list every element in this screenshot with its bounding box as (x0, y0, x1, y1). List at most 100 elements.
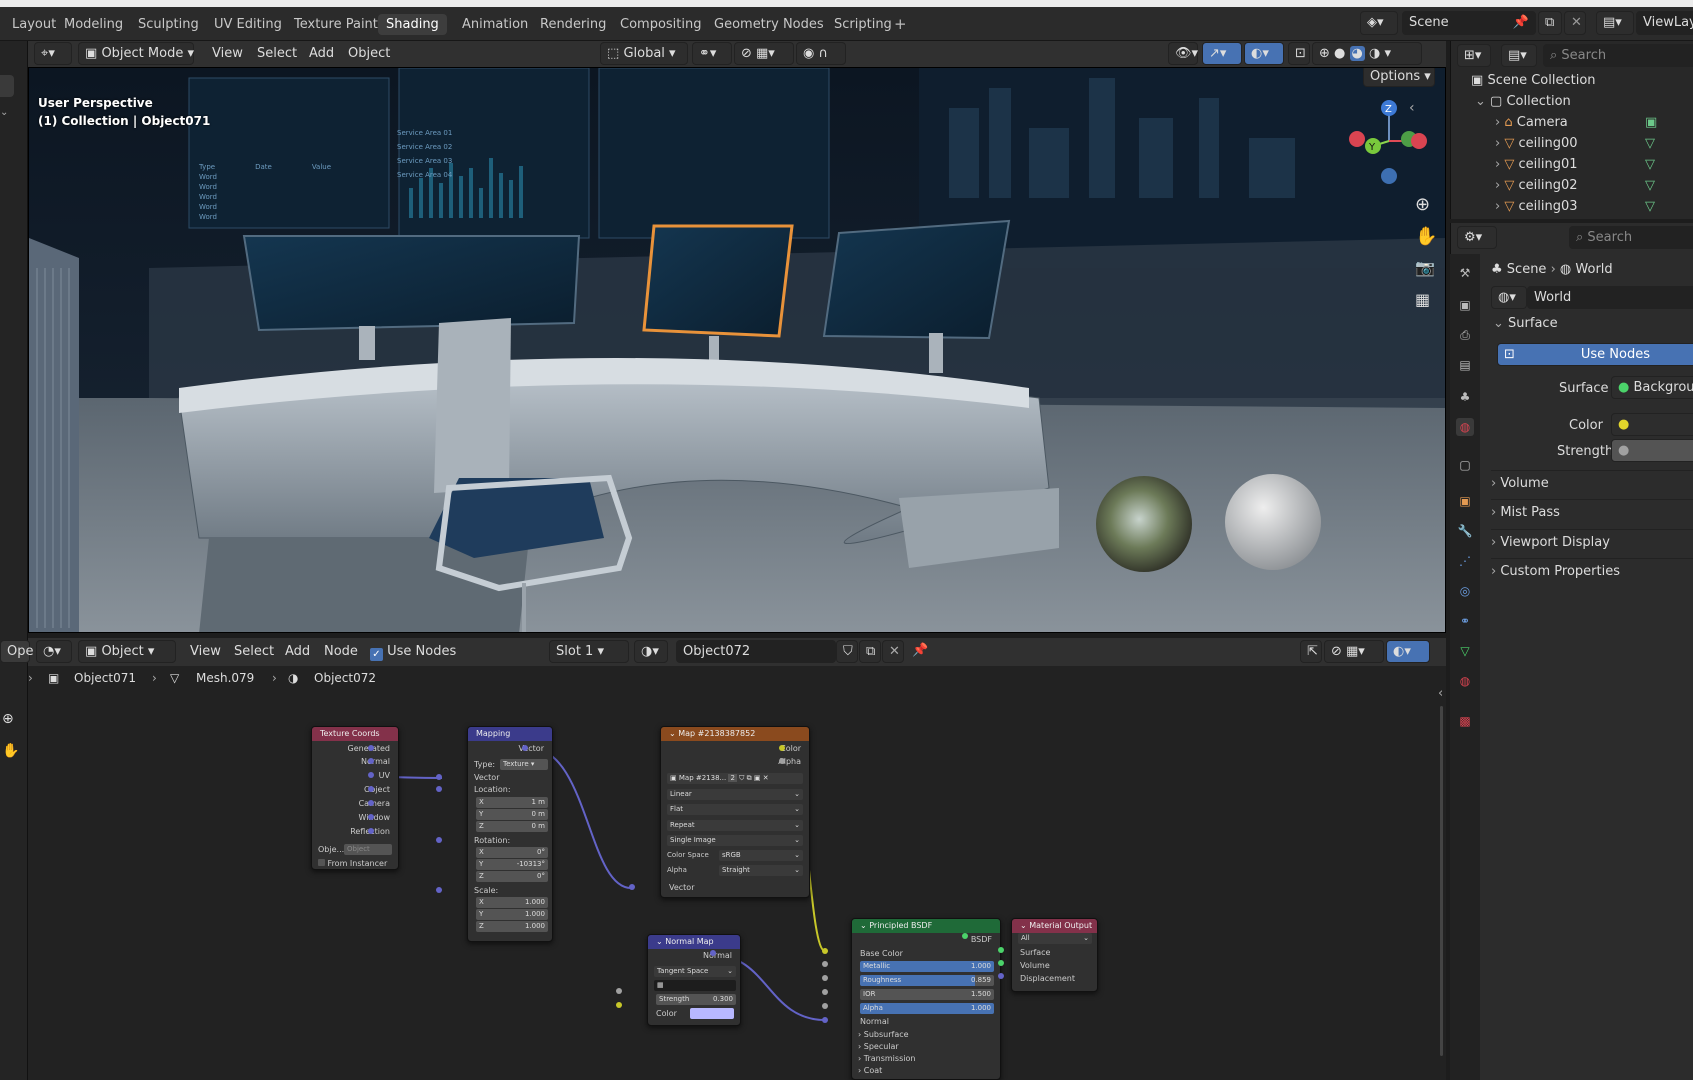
node-menu-add[interactable]: Add (285, 641, 310, 663)
use-nodes-checkbox[interactable]: ✓ Use Nodes (370, 641, 456, 663)
physics-tab-icon[interactable]: ◎ (1456, 582, 1474, 600)
subpanel-subsurface[interactable]: › Subsurface (858, 1029, 909, 1040)
shader-type-dropdown[interactable]: ▣ Object ▾ (78, 640, 176, 663)
scene-collection-row[interactable]: ▣ Scene Collection (1471, 70, 1596, 91)
workspace-tab-scripting[interactable]: Scripting (826, 14, 900, 35)
alpha-field[interactable]: Alpha 1.000 (860, 1003, 994, 1014)
data-tab-icon[interactable]: ▽ (1456, 642, 1474, 660)
node-menu-select[interactable]: Select (234, 641, 274, 663)
from-instancer-checkbox[interactable]: From Instancer (318, 858, 387, 869)
rotation-z-field[interactable]: Z 0° (476, 871, 548, 882)
surface-shader-field[interactable]: ● Backgrou (1611, 376, 1693, 399)
workspace-tab-compositing[interactable]: Compositing (612, 14, 710, 35)
outliner-item-ceiling02[interactable]: › ▽ ceiling02 ▽ (1495, 175, 1655, 196)
workspace-tab-uv-editing[interactable]: UV Editing (206, 14, 290, 35)
viewlayer-icon[interactable]: ▤▾ (1596, 11, 1634, 35)
world-name-field[interactable]: World (1527, 286, 1693, 309)
parent-node-tree-icon[interactable]: ⇱ (1300, 640, 1322, 663)
scene-name-field[interactable]: Scene 📌 (1402, 11, 1536, 35)
color-field[interactable]: ● (1611, 413, 1693, 436)
target-dropdown[interactable]: All ⌄ (1018, 933, 1092, 944)
node-editor[interactable]: › ▣ Object071 › ▽ Mesh.079 › ◑ Object072… (28, 666, 1446, 1080)
new-scene-icon[interactable]: ⧉ (1538, 11, 1562, 35)
render-tab-icon[interactable]: ▣ (1456, 296, 1474, 314)
workspace-tab-modeling[interactable]: Modeling (56, 14, 131, 35)
use-nodes-button[interactable]: ⊡ Use Nodes (1497, 343, 1693, 366)
outliner-item-ceiling00[interactable]: › ▽ ceiling00 ▽ (1495, 133, 1655, 154)
viewlayer-name-field[interactable]: ViewLayer (1636, 11, 1693, 35)
subpanel-coat[interactable]: › Coat (858, 1065, 882, 1076)
world-browse-icon[interactable]: ◍▾ (1491, 286, 1527, 309)
node-material-output[interactable]: ⌄ Material Output All ⌄ Surface Volume Di… (1011, 918, 1098, 992)
alpha-mode-dropdown[interactable]: Straight ⌄ (719, 865, 803, 876)
uv-map-field[interactable]: ▦ (654, 980, 736, 991)
workspace-tab-sculpting[interactable]: Sculpting (130, 14, 207, 35)
rotation-x-field[interactable]: X 0° (476, 847, 548, 858)
roughness-field[interactable]: Roughness 0.859 (860, 975, 994, 986)
delete-scene-icon[interactable]: ✕ (1564, 11, 1586, 35)
volume-panel-header[interactable]: › Volume (1491, 470, 1693, 496)
object-field[interactable]: Object (344, 844, 392, 855)
options-dropdown[interactable]: Options ▾ (1363, 68, 1435, 87)
node-menu-view[interactable]: View (190, 641, 221, 663)
interpolation-dropdown[interactable]: Linear ⌄ (667, 789, 803, 800)
fake-user-icon[interactable]: ⛉ (836, 640, 858, 663)
editor-type-icon[interactable]: ⌖▾ (34, 42, 72, 65)
orientation-dropdown[interactable]: ⬚ Global ▾ (600, 42, 688, 65)
pan-hand-icon[interactable]: ✋ (1415, 226, 1437, 247)
location-y-field[interactable]: Y 0 m (476, 809, 548, 820)
collapse-arrow-icon[interactable]: ‹ (1409, 100, 1415, 116)
texture-tab-icon[interactable]: ▩ (1456, 712, 1474, 730)
node-texture-coordinate[interactable]: Texture Coords Generated Normal UV Objec… (311, 726, 399, 870)
custom-properties-panel-header[interactable]: › Custom Properties (1491, 558, 1693, 584)
source-dropdown[interactable]: Single Image ⌄ (667, 835, 803, 846)
overlay-toggle-icon[interactable]: ◐▾ (1244, 42, 1284, 65)
viewport-display-panel-header[interactable]: › Viewport Display (1491, 529, 1693, 555)
location-z-field[interactable]: Z 0 m (476, 821, 548, 832)
surface-panel-header[interactable]: ⌄ Surface (1493, 311, 1558, 337)
output-tab-icon[interactable]: ⎙ (1456, 326, 1474, 344)
ior-field[interactable]: IOR 1.500 (860, 989, 994, 1000)
projection-dropdown[interactable]: Flat ⌄ (667, 804, 803, 815)
image-datablock-field[interactable]: ▣ Map #2138... 2 ⛉ ⧉ ▣ ✕ (667, 773, 803, 784)
scene-selector-icon[interactable]: ◈▾ (1360, 11, 1398, 35)
add-icon[interactable]: ⊕ (2, 711, 14, 727)
overlay-icon-nodes[interactable]: ◐▾ (1386, 640, 1430, 663)
scale-z-field[interactable]: Z 1.000 (476, 921, 548, 932)
material-tab-icon[interactable]: ◍ (1456, 672, 1474, 690)
metallic-field[interactable]: Metallic 1.000 (860, 961, 994, 972)
hand-icon[interactable]: ✋ (2, 743, 19, 759)
node-mapping[interactable]: Mapping Vector Type: Texture ▾ Vector Lo… (467, 726, 553, 942)
menu-select[interactable]: Select (257, 43, 297, 65)
subpanel-specular[interactable]: › Specular (858, 1041, 899, 1052)
unlink-material-icon[interactable]: ✕ (882, 640, 904, 663)
scale-x-field[interactable]: X 1.000 (476, 897, 548, 908)
add-workspace-button[interactable]: + (894, 14, 907, 34)
collection-row[interactable]: ⌄ ▢ Collection (1475, 91, 1571, 112)
pin-icon[interactable]: 📌 (912, 643, 928, 658)
properties-editor-icon[interactable]: ⚙▾ (1457, 226, 1497, 249)
grid-icon[interactable]: ▦ (1415, 290, 1430, 309)
editor-type-icon-nodes[interactable]: ◔▾ (36, 640, 72, 663)
slot-dropdown[interactable]: Slot 1 ▾ (549, 640, 629, 663)
strength-field[interactable]: Strength 0.300 (656, 994, 736, 1005)
collection-tab-icon[interactable]: ▢ (1456, 456, 1474, 474)
outliner-item-camera[interactable]: › ⌂ Camera ▣ (1495, 112, 1657, 133)
color-space-dropdown[interactable]: sRGB ⌄ (719, 850, 803, 861)
material-browse-icon[interactable]: ◑▾ (634, 640, 668, 663)
workspace-tab-geometry-nodes[interactable]: Geometry Nodes (706, 14, 832, 35)
workspace-tab-shading[interactable]: Shading (378, 14, 447, 35)
workspace-tab-texture-paint[interactable]: Texture Paint (286, 14, 386, 35)
subpanel-transmission[interactable]: › Transmission (858, 1053, 915, 1064)
mist-pass-panel-header[interactable]: › Mist Pass (1491, 499, 1693, 525)
snap-settings-icon[interactable]: ⊘ ▦▾ (1324, 640, 1384, 663)
zoom-icon[interactable]: ⊕ (1415, 194, 1430, 215)
3d-viewport[interactable]: User Perspective (1) Collection | Object… (28, 67, 1446, 633)
space-dropdown[interactable]: Tangent Space ⌄ (654, 966, 736, 977)
pivot-icon[interactable]: ⚭▾ (692, 42, 732, 65)
object-tab-icon[interactable]: ▣ (1456, 492, 1474, 510)
outliner-editor-icon[interactable]: ⊞▾ (1457, 44, 1491, 67)
operator-panel-tab[interactable]: Ope (0, 640, 33, 663)
view-layer-tab-icon[interactable]: ▤ (1456, 356, 1474, 374)
snap-icon[interactable]: ⊘ ▦▾ (734, 42, 794, 65)
